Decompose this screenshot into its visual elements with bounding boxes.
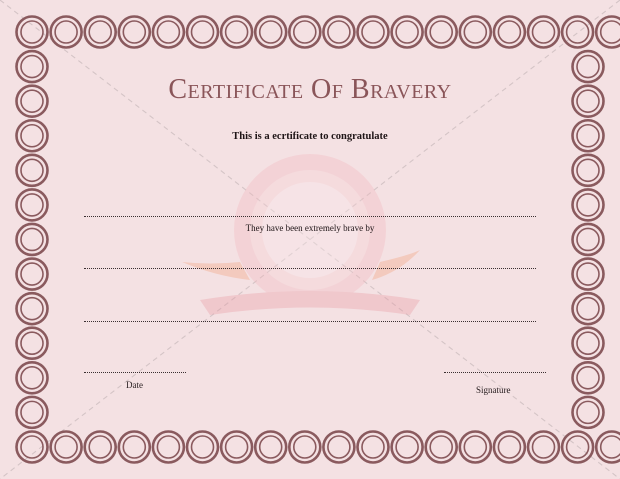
border-ring (594, 15, 620, 49)
certificate-title: Certificate Of Bravery (168, 74, 452, 105)
border-ring (287, 15, 322, 49)
border-ring (287, 430, 322, 464)
border-ring (492, 430, 527, 464)
border-ring (185, 430, 220, 464)
border-ring (571, 257, 605, 291)
border-ring (390, 15, 424, 49)
border-ring (15, 430, 49, 464)
border-ring (15, 291, 49, 326)
ring-border (15, 15, 620, 464)
border-ring (560, 15, 595, 49)
border-ring (219, 15, 254, 49)
border-ring (151, 15, 186, 49)
border-ring (560, 430, 595, 464)
date-label: Date (126, 380, 143, 390)
border-ring (424, 430, 459, 464)
border-ring (219, 430, 254, 464)
signature-line (444, 372, 546, 373)
border-ring (594, 430, 620, 464)
border-ring (322, 430, 356, 464)
border-ring (15, 326, 49, 361)
signature-label: Signature (476, 385, 511, 395)
border-ring (15, 395, 49, 430)
border-ring (526, 430, 561, 464)
border-ring (253, 430, 288, 464)
border-ring (571, 395, 605, 430)
border-ring (15, 257, 49, 291)
border-ring (185, 15, 220, 49)
certificate-subtitle: This is a ecrtificate to congratulate (232, 131, 388, 142)
bravery-description-label: They have been extremely brave by (245, 223, 375, 233)
border-ring (571, 326, 605, 361)
border-ring (571, 291, 605, 326)
border-ring (571, 188, 605, 222)
border-ring (15, 360, 49, 395)
border-ring (15, 153, 49, 188)
border-ring (15, 188, 49, 222)
border-ring (356, 15, 390, 49)
border-ring (253, 15, 288, 49)
border-ring (571, 153, 605, 188)
border-ring (571, 360, 605, 395)
border-ring (458, 15, 493, 49)
border-ring (322, 15, 356, 49)
border-ring (424, 15, 459, 49)
border-ring (49, 430, 83, 464)
border-ring (526, 15, 561, 49)
name-line (84, 216, 536, 217)
border-ring (83, 430, 117, 464)
border-ring (356, 430, 390, 464)
border-ring (390, 430, 424, 464)
border-ring (492, 15, 527, 49)
reason-line-2 (84, 321, 536, 322)
certificate: Certificate Of Bravery This is a ecrtifi… (0, 0, 620, 479)
reason-line-1 (84, 268, 536, 269)
border-ring (49, 15, 83, 49)
date-line (84, 372, 186, 373)
border-ring (15, 15, 49, 49)
border-ring (83, 15, 117, 49)
border-ring (458, 430, 493, 464)
border-ring (151, 430, 186, 464)
border-ring (117, 15, 152, 49)
border-ring (117, 430, 152, 464)
